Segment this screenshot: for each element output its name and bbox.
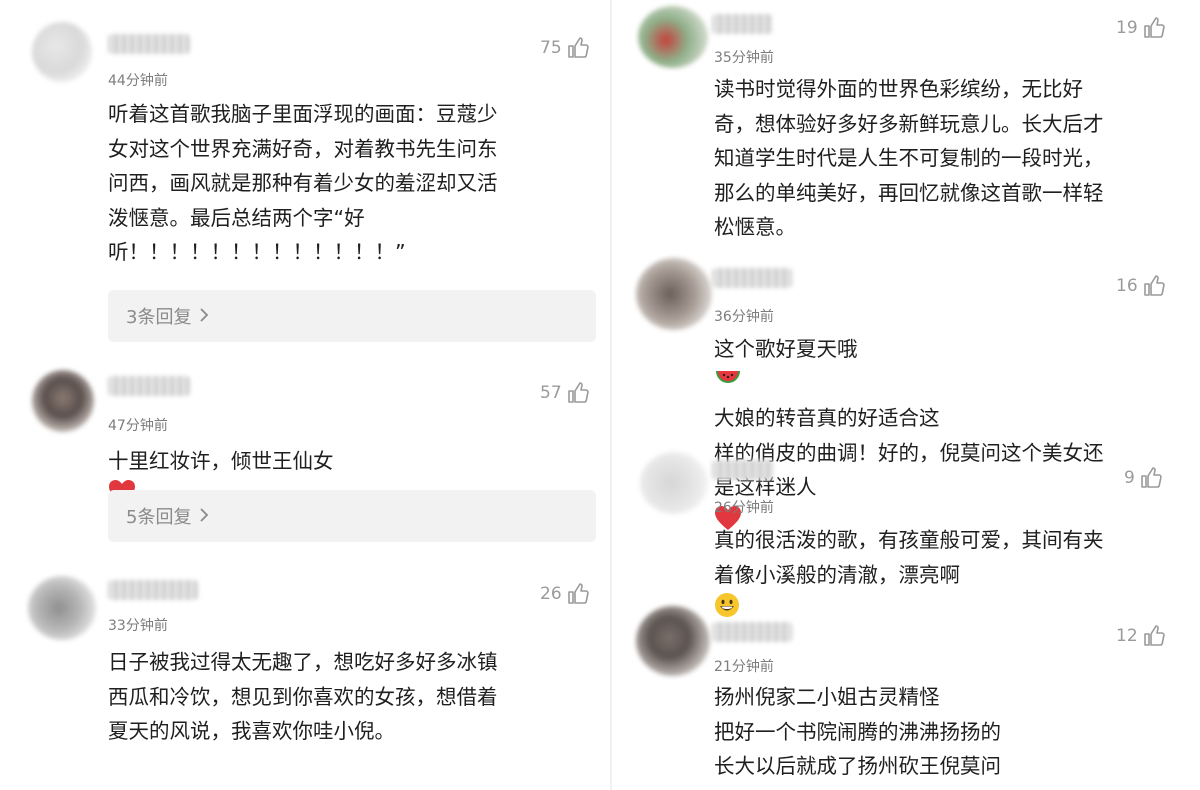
view-replies-button[interactable]: 5条回复 [108,490,596,542]
comment-line: 奇，想体验好多好多新鲜玩意儿。长大后才 [714,111,1104,136]
like-button[interactable]: 16 [1116,274,1166,298]
comment-timestamp: 33分钟前 [108,618,168,634]
user-avatar[interactable] [32,370,94,432]
comment-line: 西瓜和冷饮，想见到你喜欢的女孩，想借着 [108,684,498,709]
reply-count-label: 3条回复 [126,307,192,328]
thumbs-up-icon [1142,624,1166,648]
comment-timestamp: 44分钟前 [108,73,168,89]
like-button[interactable]: 19 [1116,16,1166,40]
user-avatar[interactable] [638,6,708,68]
thumbs-up-icon [566,582,590,606]
comment-line: 夏天的风说，我喜欢你哇小倪。 [108,719,395,743]
chevron-right-icon [199,506,209,527]
comment-line: 那么的单纯美好，再回忆就像这首歌一样轻 [714,180,1104,205]
comment-line: 读书时觉得外面的世界色彩缤纷，无比好 [714,77,1083,101]
view-replies-button[interactable]: 3条回复 [108,290,596,342]
comment-timestamp: 35分钟前 [714,50,774,66]
left-comment-column: 75 44分钟前 听着这首歌我脑子里面浮现的画面：豆蔻少 女对这个世界充满好奇，… [0,0,610,790]
comment-line: 女对这个世界充满好奇，对着教书先生问东 [108,136,498,161]
like-count: 16 [1116,276,1138,296]
comment-line-text: 着像小溪般的清澈，漂亮啊 [714,562,960,587]
comment-line: 着像小溪般的清澈，漂亮啊 [714,558,1104,629]
watermelon-icon [714,367,1104,402]
comment-text: 听着这首歌我脑子里面浮现的画面：豆蔻少 女对这个世界充满好奇，对着教书先生问东 … [108,97,498,270]
like-button[interactable]: 57 [540,381,590,405]
comment-line: 这个歌好夏天哦大娘的转音真的好适合这 [714,332,1104,436]
username-blurred[interactable] [712,14,772,34]
like-button[interactable]: 12 [1116,624,1166,648]
thumbs-up-icon [566,381,590,405]
comment-timestamp: 47分钟前 [108,418,168,434]
reply-count-label: 5条回复 [126,507,192,528]
comment-text: 读书时觉得外面的世界色彩缤纷，无比好 奇，想体验好多好多新鲜玩意儿。长大后才 知… [714,72,1104,245]
like-count: 75 [540,38,562,58]
thumbs-up-icon [566,36,590,60]
like-count: 26 [540,584,562,604]
user-avatar[interactable] [32,22,92,82]
username-blurred[interactable] [108,376,190,396]
user-avatar[interactable] [636,606,710,676]
comment-text: 真的很活泼的歌，有孩童般可爱，其间有夹 着像小溪般的清澈，漂亮啊 [714,523,1104,629]
comment-line: 听！！！！！！！！！！！！！” [108,240,406,264]
comment-line: 听着这首歌我脑子里面浮现的画面：豆蔻少 [108,102,498,126]
comment-line: 知道学生时代是人生不可复制的一段时光， [714,146,1104,170]
username-blurred[interactable] [108,580,198,600]
comment-line: 松惬意。 [714,215,796,239]
like-count: 19 [1116,18,1138,38]
comment-line-text: 这个歌好夏天哦 [714,337,858,361]
comment-line: 日子被我过得太无趣了，想吃好多好多冰镇 [108,650,498,674]
comment-line: 把好一个书院闹腾的沸沸扬扬的 [714,719,1001,744]
right-comment-column: 19 35分钟前 读书时觉得外面的世界色彩缤纷，无比好 奇，想体验好多好多新鲜玩… [612,0,1200,790]
comment-line-text: 十里红妆许，倾世王仙女 [108,449,334,473]
comment-line-text: 大娘的转音真的好适合这 [714,406,940,430]
like-count: 12 [1116,626,1138,646]
thumbs-up-icon [1139,466,1163,490]
like-button[interactable]: 9 [1124,466,1163,490]
chevron-right-icon [199,306,209,327]
comment-timestamp: 26分钟前 [714,500,774,516]
username-blurred[interactable] [712,460,774,480]
user-avatar[interactable] [636,258,712,330]
username-blurred[interactable] [712,622,792,642]
thumbs-up-icon [1142,274,1166,298]
comment-text: 日子被我过得太无趣了，想吃好多好多冰镇 西瓜和冷饮，想见到你喜欢的女孩，想借着 … [108,645,498,749]
like-count: 9 [1124,468,1135,488]
like-button[interactable]: 26 [540,582,590,606]
username-blurred[interactable] [712,268,792,288]
comment-line: 长大以后就成了扬州砍王倪莫问 [714,754,1001,778]
like-count: 57 [540,383,562,403]
comment-line: 扬州倪家二小姐古灵精怪 [714,685,940,709]
comment-line: 真的很活泼的歌，有孩童般可爱，其间有夹 [714,528,1104,552]
thumbs-up-icon [1142,16,1166,40]
user-avatar[interactable] [28,576,96,640]
comment-timestamp: 36分钟前 [714,309,774,325]
username-blurred[interactable] [108,34,190,54]
user-avatar[interactable] [640,452,708,514]
comment-line: 泼惬意。最后总结两个字“好 [108,205,365,230]
like-button[interactable]: 75 [540,36,590,60]
comment-text: 扬州倪家二小姐古灵精怪 把好一个书院闹腾的沸沸扬扬的 长大以后就成了扬州砍王倪莫… [714,680,1001,784]
comment-line: 问西，画风就是那种有着少女的羞涩却又活 [108,171,498,195]
comment-timestamp: 21分钟前 [714,659,774,675]
